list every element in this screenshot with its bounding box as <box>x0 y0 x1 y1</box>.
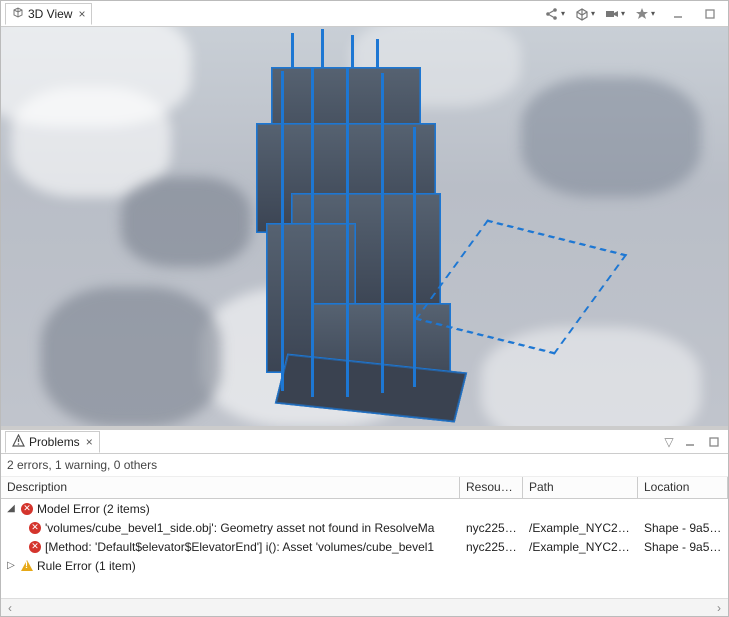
warning-icon <box>21 560 33 571</box>
problem-path: /Example_NYC225... <box>523 520 638 536</box>
maximize-button[interactable] <box>700 6 720 22</box>
twisty-expanded-icon[interactable]: ◢ <box>5 503 17 514</box>
viewport-toolbar: 3D View × <box>1 1 728 27</box>
problem-row[interactable]: ✕ 'volumes/cube_bevel1_side.obj': Geomet… <box>1 518 728 537</box>
cube-icon <box>12 6 24 21</box>
group-rule-error[interactable]: ▷ Rule Error (1 item) <box>1 556 728 575</box>
minimize-button[interactable] <box>680 434 700 450</box>
close-icon[interactable]: × <box>78 7 85 21</box>
tab-label: 3D View <box>28 7 72 21</box>
group-label: Model Error (2 items) <box>37 502 150 516</box>
horizontal-scrollbar[interactable]: ‹ › <box>1 598 728 616</box>
warning-icon <box>12 434 25 450</box>
tab-3d-view[interactable]: 3D View × <box>5 3 92 25</box>
3d-viewport[interactable] <box>1 27 728 426</box>
col-resource[interactable]: Resource <box>460 477 523 498</box>
bookmark-dropdown[interactable] <box>634 5 656 23</box>
problems-panel: Problems × ▽ 2 errors, 1 warning, 0 othe… <box>1 426 728 616</box>
error-icon: ✕ <box>21 503 33 515</box>
col-location[interactable]: Location <box>638 477 728 498</box>
problems-toolbar: Problems × ▽ <box>1 430 728 454</box>
error-icon: ✕ <box>29 541 41 553</box>
scroll-right-icon[interactable]: › <box>710 600 728 616</box>
twisty-collapsed-icon[interactable]: ▷ <box>5 560 17 571</box>
problem-resource: nyc2259.cej <box>460 520 523 536</box>
problem-row[interactable]: ✕ [Method: 'Default$elevator$ElevatorEnd… <box>1 537 728 556</box>
share-dropdown[interactable] <box>544 5 566 23</box>
building-model[interactable] <box>251 63 451 426</box>
problem-description: 'volumes/cube_bevel1_side.obj': Geometry… <box>45 521 434 535</box>
col-path[interactable]: Path <box>523 477 638 498</box>
problem-resource: nyc2259.cej <box>460 539 523 555</box>
close-icon[interactable]: × <box>86 435 93 449</box>
group-model-error[interactable]: ◢ ✕ Model Error (2 items) <box>1 499 728 518</box>
minimize-button[interactable] <box>668 6 688 22</box>
problem-location: Shape - 9a500... <box>638 539 728 555</box>
col-description[interactable]: Description <box>1 477 460 498</box>
problem-location: Shape - 9a500... <box>638 520 728 536</box>
problems-rows: ◢ ✕ Model Error (2 items) ✕ 'volumes/cub… <box>1 499 728 598</box>
view-menu-icon[interactable]: ▽ <box>662 435 676 449</box>
maximize-button[interactable] <box>704 434 724 450</box>
scroll-left-icon[interactable]: ‹ <box>1 600 19 616</box>
box-dropdown[interactable] <box>574 5 596 23</box>
problems-column-headers: Description Resource Path Location <box>1 477 728 499</box>
problem-path: /Example_NYC225... <box>523 539 638 555</box>
tab-label: Problems <box>29 435 80 449</box>
error-icon: ✕ <box>29 522 41 534</box>
group-label: Rule Error (1 item) <box>37 559 136 573</box>
camera-dropdown[interactable] <box>604 5 626 23</box>
tab-problems[interactable]: Problems × <box>5 431 100 453</box>
problems-summary: 2 errors, 1 warning, 0 others <box>1 454 728 477</box>
problem-description: [Method: 'Default$elevator$ElevatorEnd']… <box>45 540 434 554</box>
